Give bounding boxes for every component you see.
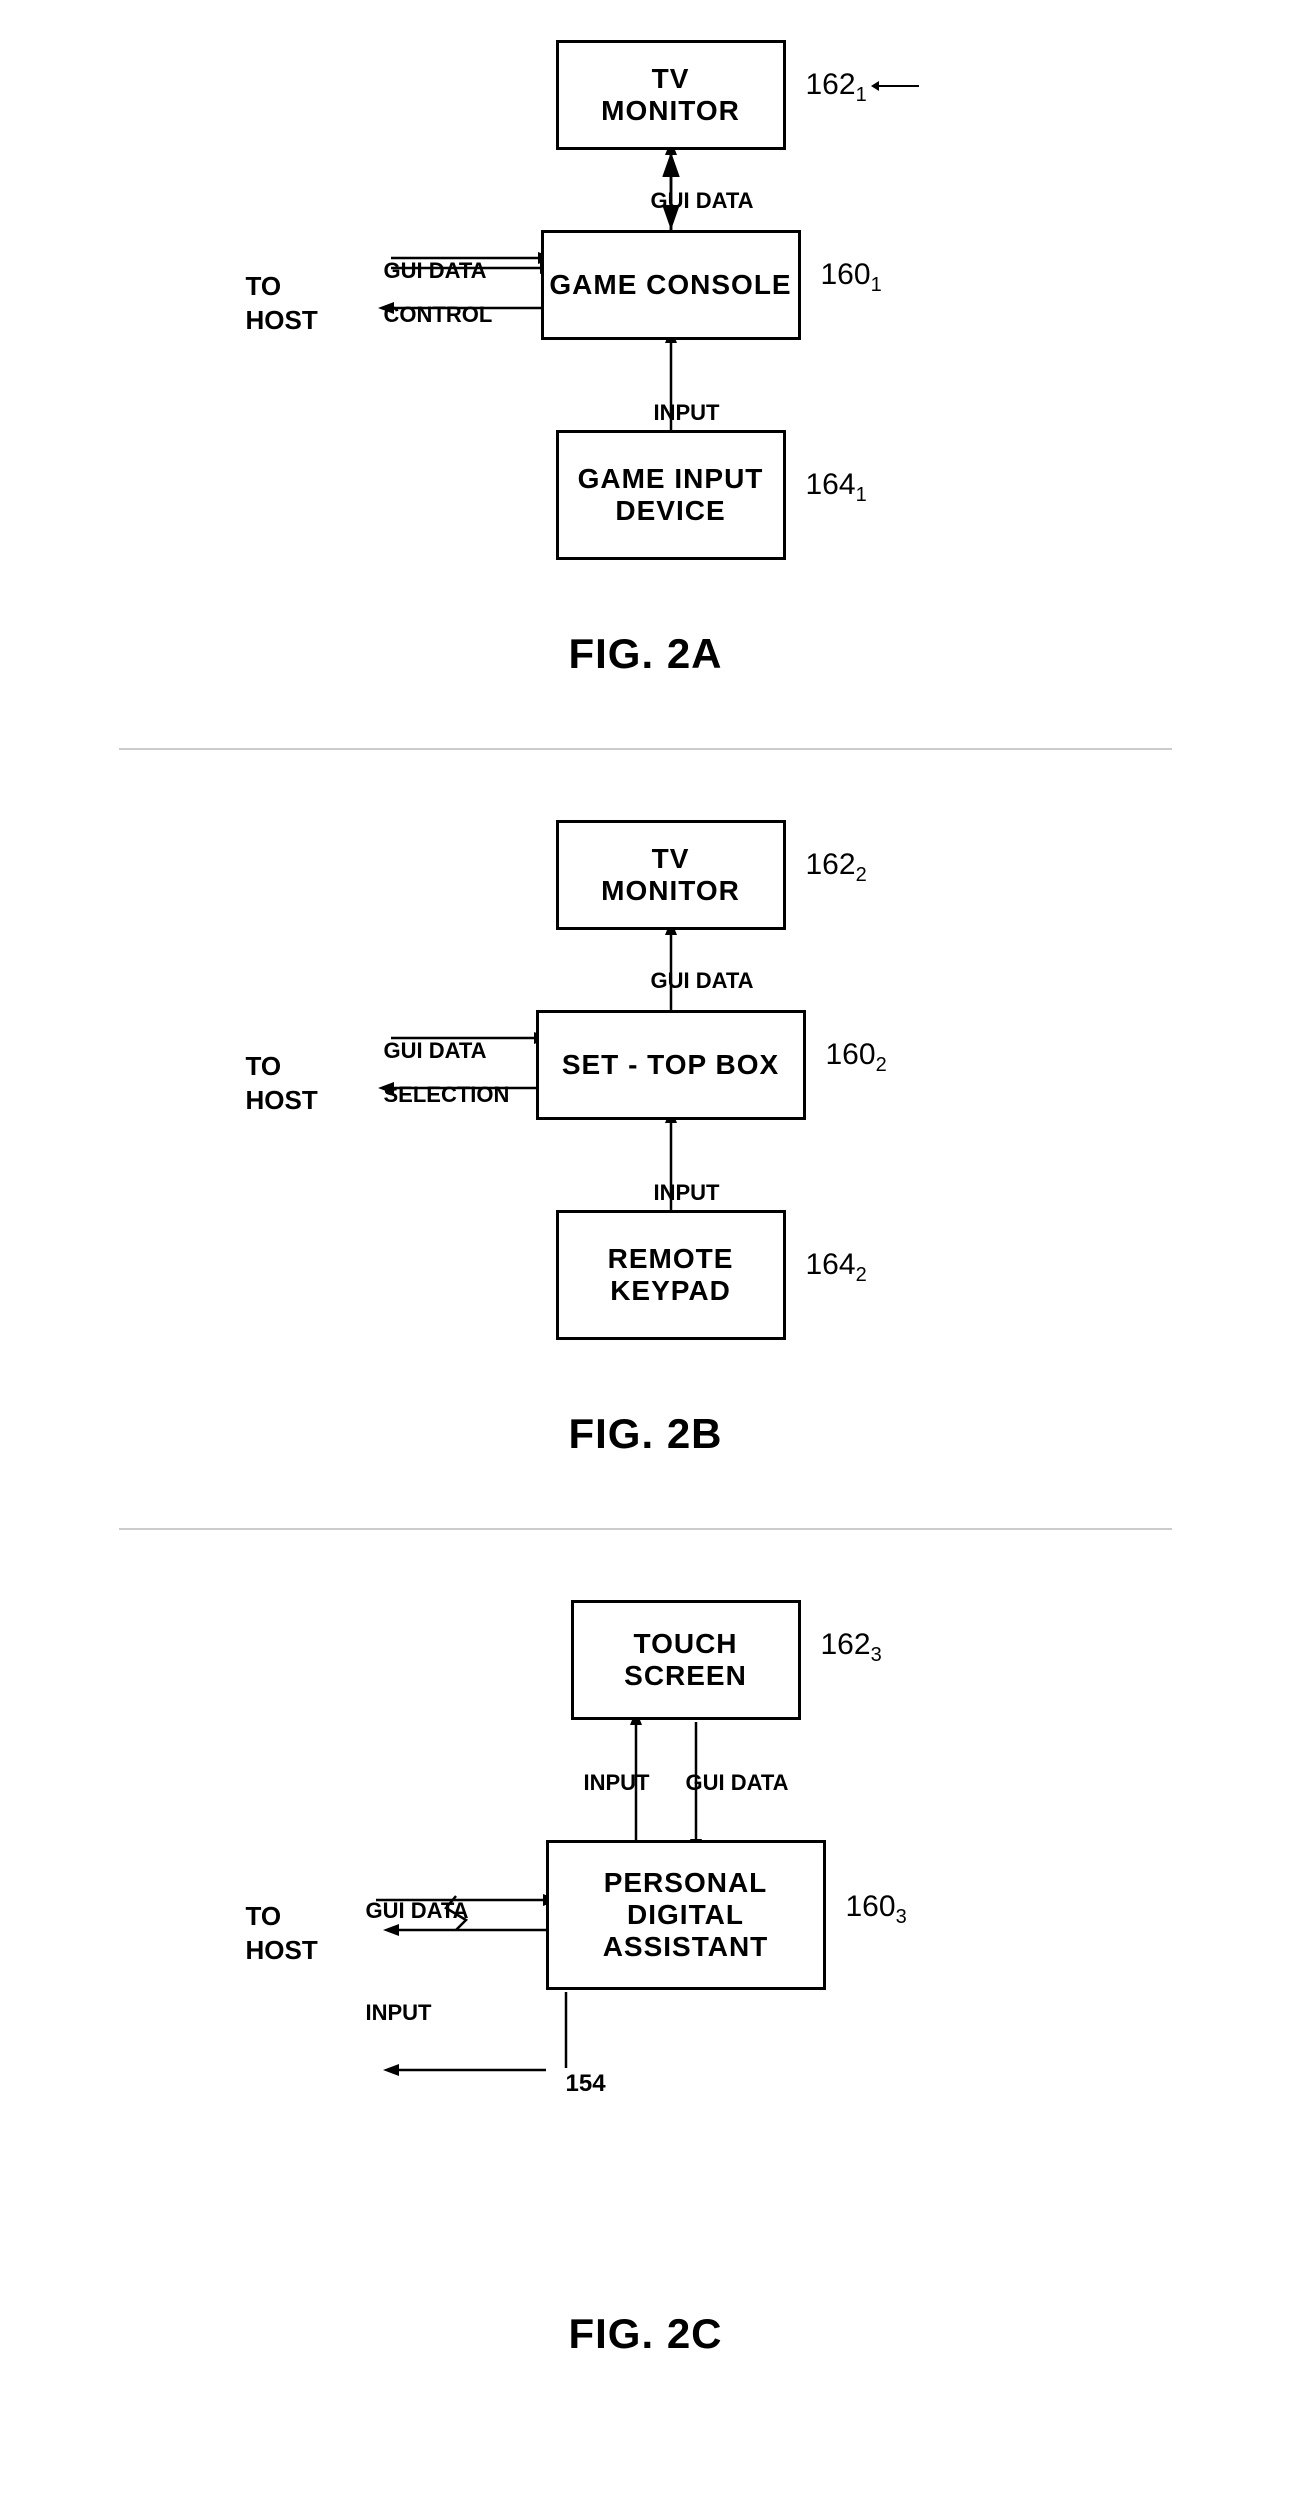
input-top-2c: INPUT	[584, 1770, 650, 1796]
fig2c-section: TOUCHSCREEN 1623 PERSONALDIGITALASSISTAN…	[60, 1600, 1231, 2358]
ref-162-2: 1622	[806, 848, 867, 887]
fig2a-diagram: TVMONITOR 1621 GAME CONSOLE 1601 GAME IN…	[236, 40, 1136, 600]
control-label-2a: CONTROL	[384, 302, 493, 328]
ref-160-3: 1603	[846, 1890, 907, 1929]
remote-keypad-box: REMOTEKEYPAD	[556, 1210, 786, 1340]
input-label-2b: INPUT	[654, 1180, 720, 1206]
game-input-device-box: GAME INPUTDEVICE	[556, 430, 786, 560]
game-input-device-label: GAME INPUTDEVICE	[578, 463, 764, 527]
main-container: TVMONITOR 1621 GAME CONSOLE 1601 GAME IN…	[0, 0, 1291, 2398]
fig2c-diagram: TOUCHSCREEN 1623 PERSONALDIGITALASSISTAN…	[236, 1600, 1136, 2280]
game-console-label: GAME CONSOLE	[549, 269, 791, 301]
game-console-box: GAME CONSOLE	[541, 230, 801, 340]
input-label-2a: INPUT	[654, 400, 720, 426]
touch-screen-label: TOUCHSCREEN	[624, 1628, 747, 1692]
fig2a-section: TVMONITOR 1621 GAME CONSOLE 1601 GAME IN…	[60, 40, 1231, 678]
touch-screen-box: TOUCHSCREEN	[571, 1600, 801, 1720]
fig2a-label: FIG. 2A	[568, 630, 722, 678]
fig2c-label: FIG. 2C	[568, 2310, 722, 2358]
ref-162-3: 1623	[821, 1628, 882, 1667]
gui-data-left-2a: GUI DATA	[384, 258, 487, 284]
gui-data-top-2a: GUI DATA	[651, 188, 754, 214]
fig2b-section: TVMONITOR 1622 SET - TOP BOX 1602 REMOTE…	[60, 820, 1231, 1458]
remote-keypad-label: REMOTEKEYPAD	[608, 1243, 734, 1307]
gui-data-left-2c: GUI DATA	[366, 1898, 469, 1924]
set-top-box-label: SET - TOP BOX	[562, 1049, 779, 1081]
divider-2	[119, 1528, 1173, 1530]
ref-160-1: 1601	[821, 258, 882, 297]
divider-1	[119, 748, 1173, 750]
ref-154: 154	[566, 2070, 606, 2098]
tv-monitor-label-2b: TVMONITOR	[601, 843, 740, 907]
tv-monitor-label: TVMONITOR	[601, 63, 740, 127]
ref-164-1: 1641	[806, 468, 867, 507]
selection-label-2b: SELECTION	[384, 1082, 510, 1108]
gui-data-top-2b: GUI DATA	[651, 968, 754, 994]
tv-monitor-box: TVMONITOR	[556, 40, 786, 150]
to-host-2b: TOHOST	[246, 1050, 318, 1118]
pda-box: PERSONALDIGITALASSISTANT	[546, 1840, 826, 1990]
tv-monitor-box-2b: TVMONITOR	[556, 820, 786, 930]
fig2b-diagram: TVMONITOR 1622 SET - TOP BOX 1602 REMOTE…	[236, 820, 1136, 1380]
to-host-2c: TOHOST	[246, 1900, 318, 1968]
ref-162-1: 1621	[806, 68, 920, 107]
ref-160-2: 1602	[826, 1038, 887, 1077]
input-left-2c: INPUT	[366, 2000, 432, 2026]
pda-label: PERSONALDIGITALASSISTANT	[603, 1867, 769, 1963]
gui-data-top-2c: GUI DATA	[686, 1770, 789, 1796]
ref-164-2: 1642	[806, 1248, 867, 1287]
fig2b-label: FIG. 2B	[568, 1410, 722, 1458]
gui-data-left-2b: GUI DATA	[384, 1038, 487, 1064]
set-top-box: SET - TOP BOX	[536, 1010, 806, 1120]
to-host-2a: TOHOST	[246, 270, 318, 338]
